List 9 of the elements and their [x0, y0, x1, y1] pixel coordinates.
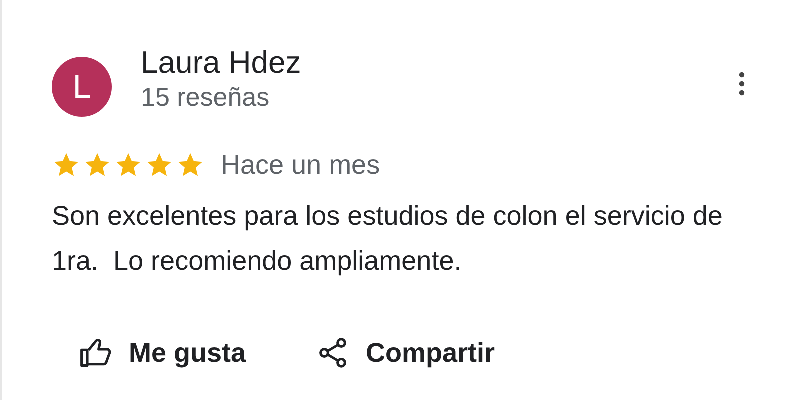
review-time: Hace un mes	[221, 150, 380, 181]
share-button[interactable]: Compartir	[312, 332, 500, 374]
review-count: 15 reseñas	[141, 81, 271, 113]
avatar: L	[52, 57, 112, 117]
reviewer-name[interactable]: Laura Hdez	[141, 45, 738, 81]
review-text: Son excelentes para los estudios de colon el servicio de 1ra. Lo recomiendo ampliamente.	[52, 200, 724, 278]
more-options-icon[interactable]	[738, 71, 746, 97]
thumbs-up-icon	[79, 336, 113, 370]
like-button[interactable]: Me gusta	[75, 332, 250, 374]
